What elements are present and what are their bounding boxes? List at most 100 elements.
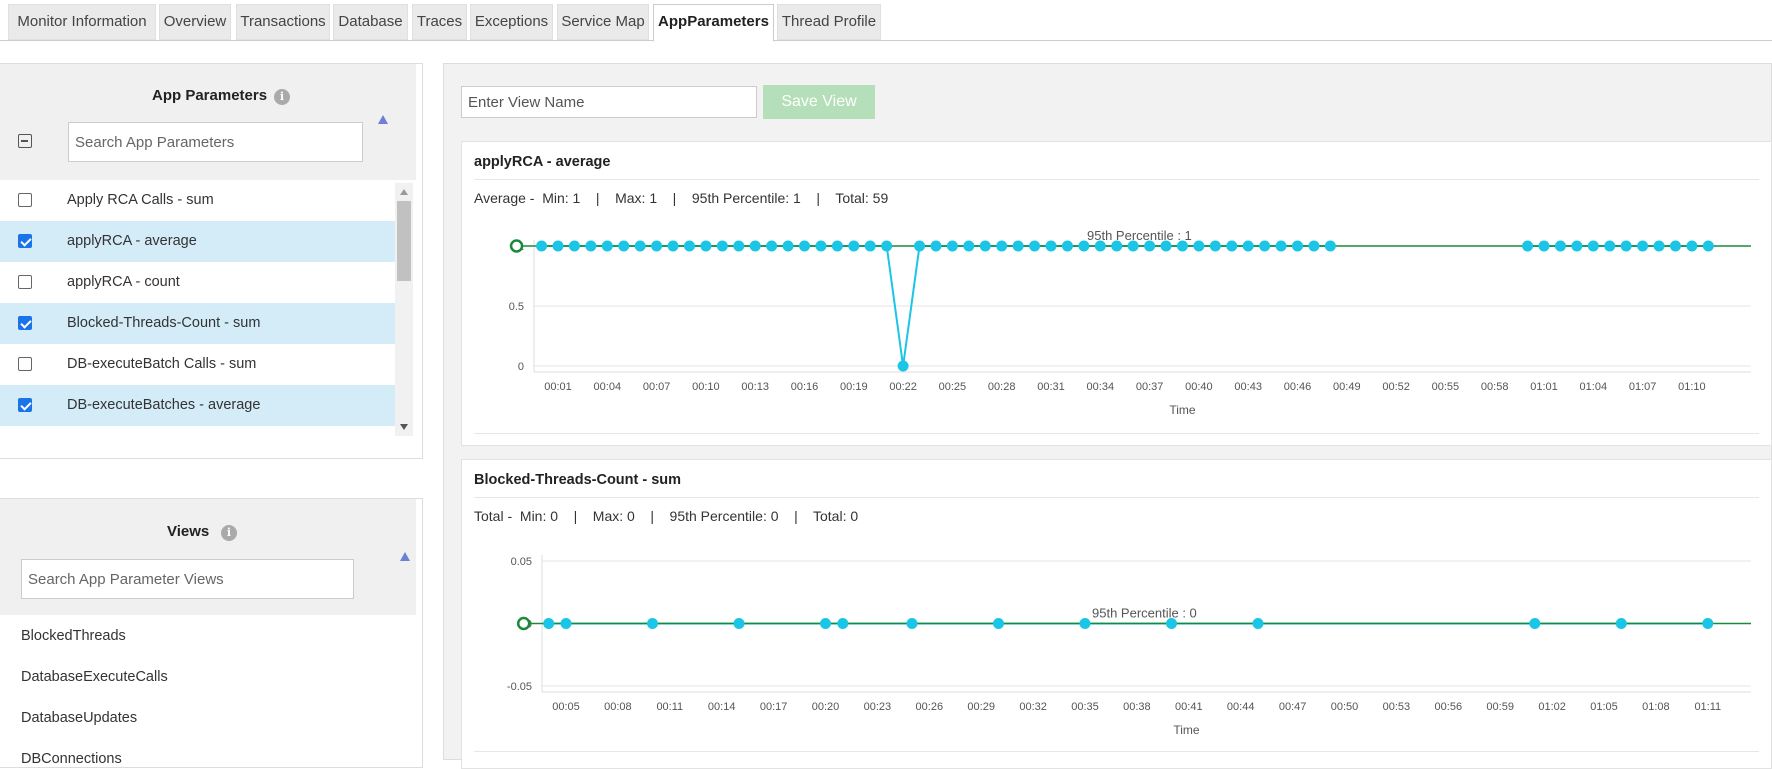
tab-exceptions[interactable]: Exceptions xyxy=(470,4,553,40)
data-point xyxy=(1012,240,1024,252)
data-point xyxy=(979,240,991,252)
checkbox[interactable] xyxy=(18,275,32,289)
data-point xyxy=(837,618,849,629)
sort-up-icon[interactable] xyxy=(400,552,410,561)
search-views-input[interactable] xyxy=(21,559,354,599)
divider xyxy=(474,179,1759,180)
list-item[interactable]: applyRCA - count xyxy=(0,262,395,303)
data-point xyxy=(1144,240,1156,252)
x-tick-label: 00:41 xyxy=(1175,701,1203,713)
list-item-label: Blocked-Threads-Count - sum xyxy=(67,315,261,331)
sort-up-icon[interactable] xyxy=(378,115,388,124)
data-point xyxy=(683,240,695,252)
data-point xyxy=(1615,618,1627,629)
data-point xyxy=(601,240,613,252)
tab-overview[interactable]: Overview xyxy=(159,4,231,40)
data-point xyxy=(552,240,564,252)
data-point xyxy=(536,240,548,252)
view-name-input[interactable] xyxy=(461,86,757,118)
tab-thread-profile[interactable]: Thread Profile xyxy=(777,4,881,40)
list-item[interactable]: applyRCA - average xyxy=(0,221,395,262)
data-point xyxy=(1702,240,1714,252)
info-icon[interactable]: i xyxy=(274,89,290,105)
x-tick-label: 00:52 xyxy=(1382,381,1410,393)
x-tick-label: 00:55 xyxy=(1432,381,1460,393)
data-point xyxy=(1686,240,1698,252)
data-point xyxy=(1193,240,1205,252)
list-item[interactable]: Apply RCA Calls - sum xyxy=(0,180,395,221)
x-tick-label: 00:16 xyxy=(791,381,819,393)
list-item[interactable]: DB-executeBatches - average xyxy=(0,385,395,426)
tab-database[interactable]: Database xyxy=(333,4,408,40)
data-point xyxy=(815,240,827,252)
view-item[interactable]: DatabaseExecuteCalls xyxy=(21,669,168,685)
list-item-label: DB-executeBatch Calls - sum xyxy=(67,356,257,372)
y-tick-label: 0.5 xyxy=(509,301,524,313)
checkbox[interactable] xyxy=(18,316,32,330)
tab-service-map[interactable]: Service Map xyxy=(557,4,649,40)
list-item-label: applyRCA - average xyxy=(67,233,197,249)
x-tick-label: 00:50 xyxy=(1331,701,1359,713)
save-view-button[interactable]: Save View xyxy=(763,85,875,119)
data-point xyxy=(749,240,761,252)
checkbox[interactable] xyxy=(18,234,32,248)
data-point xyxy=(1061,240,1073,252)
tab-traces[interactable]: Traces xyxy=(412,4,467,40)
checkbox[interactable] xyxy=(18,357,32,371)
app-parameters-title: App Parameters xyxy=(152,87,268,104)
data-point xyxy=(1529,618,1541,629)
data-point xyxy=(1226,240,1238,252)
x-tick-label: 00:44 xyxy=(1227,701,1255,713)
data-point xyxy=(820,618,831,629)
x-tick-label: 00:59 xyxy=(1486,701,1514,713)
data-point xyxy=(647,618,658,629)
data-point xyxy=(1292,240,1303,252)
x-tick-label: 00:13 xyxy=(741,381,769,393)
divider xyxy=(474,497,1759,498)
data-point xyxy=(716,240,728,252)
percentile-label: 95th Percentile : 0 xyxy=(1092,606,1197,621)
checkbox[interactable] xyxy=(18,398,32,412)
x-tick-label: 00:49 xyxy=(1333,381,1361,393)
data-point xyxy=(1111,240,1123,252)
list-item[interactable]: Blocked-Threads-Count - sum xyxy=(0,303,395,344)
x-tick-label: 00:43 xyxy=(1234,381,1262,393)
data-point xyxy=(634,240,646,252)
x-tick-label: 00:14 xyxy=(708,701,736,713)
view-item[interactable]: BlockedThreads xyxy=(21,628,126,644)
chart-title: Blocked-Threads-Count - sum xyxy=(474,472,682,488)
x-tick-label: 00:08 xyxy=(604,701,632,713)
tab-appparameters[interactable]: AppParameters xyxy=(653,4,774,42)
x-tick-label: 00:26 xyxy=(916,701,944,713)
data-point xyxy=(1669,240,1681,252)
divider xyxy=(474,433,1759,434)
search-app-parameters-input[interactable] xyxy=(68,122,363,162)
data-point xyxy=(914,240,926,252)
data-point xyxy=(1637,240,1649,252)
list-item[interactable]: DB-executeBatch Calls - sum xyxy=(0,344,395,385)
tab-monitor-information[interactable]: Monitor Information xyxy=(8,4,156,40)
x-tick-label: 00:28 xyxy=(988,381,1016,393)
x-tick-label: 00:46 xyxy=(1284,381,1312,393)
x-tick-label: 00:58 xyxy=(1481,381,1509,393)
list-scrollbar[interactable] xyxy=(395,183,413,436)
view-item[interactable]: DatabaseUpdates xyxy=(21,710,137,726)
data-point xyxy=(1604,240,1616,252)
scroll-thumb[interactable] xyxy=(397,201,411,281)
x-tick-label: 00:31 xyxy=(1037,381,1065,393)
scroll-down-icon[interactable] xyxy=(400,424,408,430)
tab-transactions[interactable]: Transactions xyxy=(236,4,330,40)
collapse-all-icon[interactable] xyxy=(18,134,32,148)
data-point xyxy=(1308,240,1320,252)
x-tick-label: 00:25 xyxy=(939,381,967,393)
data-point xyxy=(799,240,810,252)
data-point xyxy=(946,240,958,252)
scroll-up-icon[interactable] xyxy=(400,189,408,195)
view-item[interactable]: DBConnections xyxy=(21,751,122,767)
x-tick-label: 00:10 xyxy=(692,381,720,393)
checkbox[interactable] xyxy=(18,193,32,207)
data-point xyxy=(1620,240,1632,252)
info-icon[interactable]: i xyxy=(221,525,237,541)
x-tick-label: 01:08 xyxy=(1642,701,1670,713)
data-point xyxy=(1522,240,1534,252)
